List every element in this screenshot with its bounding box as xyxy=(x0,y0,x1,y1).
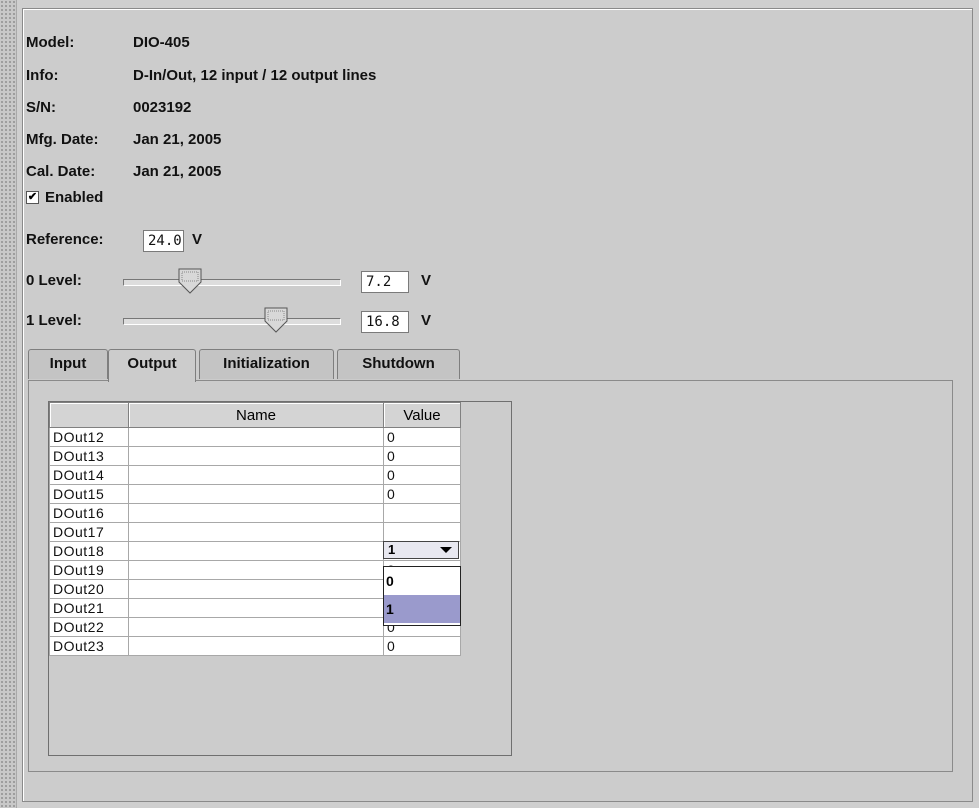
name-cell[interactable] xyxy=(128,446,384,466)
row-id: DOut22 xyxy=(49,617,129,637)
dropdown-option-0[interactable]: 0 xyxy=(384,567,460,595)
name-cell[interactable] xyxy=(128,598,384,618)
row-id: DOut13 xyxy=(49,446,129,466)
row-id: DOut17 xyxy=(49,522,129,542)
tab-output[interactable]: Output xyxy=(108,349,196,382)
table-row[interactable]: DOut15 0 xyxy=(49,484,461,504)
sn-value: 0023192 xyxy=(133,99,192,116)
name-cell[interactable] xyxy=(128,560,384,580)
mfg-date-label: Mfg. Date: xyxy=(26,131,99,148)
name-cell[interactable] xyxy=(128,503,384,523)
zero-level-slider-track[interactable] xyxy=(123,279,341,286)
value-cell[interactable] xyxy=(383,522,461,542)
table-row[interactable]: DOut13 0 xyxy=(49,446,461,466)
zero-level-slider-thumb[interactable] xyxy=(178,268,202,294)
reference-label: Reference: xyxy=(26,231,104,248)
row-id: DOut16 xyxy=(49,503,129,523)
row-id: DOut15 xyxy=(49,484,129,504)
name-cell[interactable] xyxy=(128,636,384,656)
mfg-date-value: Jan 21, 2005 xyxy=(133,131,222,148)
value-cell[interactable]: 0 xyxy=(383,465,461,485)
cal-date-value: Jan 21, 2005 xyxy=(133,163,222,180)
value-dropdown-list: 0 1 xyxy=(383,566,461,626)
name-cell[interactable] xyxy=(128,617,384,637)
one-level-unit: V xyxy=(421,312,432,329)
table-row[interactable]: DOut16 xyxy=(49,503,461,523)
sn-label: S/N: xyxy=(26,99,56,116)
name-cell[interactable] xyxy=(128,427,384,447)
value-column-header[interactable]: Value xyxy=(383,402,461,428)
reference-unit: V xyxy=(192,231,203,248)
chevron-down-icon[interactable] xyxy=(440,547,452,553)
table-row[interactable]: DOut17 xyxy=(49,522,461,542)
one-level-input[interactable]: 16.8 xyxy=(361,311,409,333)
tab-initialization[interactable]: Initialization xyxy=(199,349,334,379)
table-row[interactable]: DOut23 0 xyxy=(49,636,461,656)
reference-input[interactable]: 24.0 xyxy=(143,230,184,252)
model-label: Model: xyxy=(26,34,75,51)
zero-level-input[interactable]: 7.2 xyxy=(361,271,409,293)
one-level-label: 1 Level: xyxy=(26,312,82,329)
value-cell[interactable]: 0 xyxy=(383,427,461,447)
info-label: Info: xyxy=(26,67,59,84)
value-cell[interactable]: 0 xyxy=(383,636,461,656)
table-row[interactable]: DOut14 0 xyxy=(49,465,461,485)
name-column-header[interactable]: Name xyxy=(128,402,384,428)
value-cell[interactable]: 0 xyxy=(383,484,461,504)
name-cell[interactable] xyxy=(128,541,384,561)
value-combo-box[interactable]: 1 xyxy=(383,541,459,559)
row-id: DOut21 xyxy=(49,598,129,618)
value-cell[interactable]: 0 xyxy=(383,446,461,466)
tab-input[interactable]: Input xyxy=(28,349,108,379)
zero-level-unit: V xyxy=(421,272,432,289)
name-cell[interactable] xyxy=(128,484,384,504)
one-level-slider-track[interactable] xyxy=(123,318,341,325)
model-value: DIO-405 xyxy=(133,34,190,51)
name-cell[interactable] xyxy=(128,465,384,485)
enabled-checkbox[interactable]: ✔ xyxy=(26,191,39,204)
row-id: DOut23 xyxy=(49,636,129,656)
row-id: DOut19 xyxy=(49,560,129,580)
dropdown-option-1[interactable]: 1 xyxy=(384,595,460,623)
one-level-slider-thumb[interactable] xyxy=(264,307,288,333)
enabled-checkbox-row[interactable]: ✔ Enabled xyxy=(26,189,103,206)
row-id: DOut18 xyxy=(49,541,129,561)
tab-shutdown[interactable]: Shutdown xyxy=(337,349,460,379)
info-value: D-In/Out, 12 input / 12 output lines xyxy=(133,67,377,84)
row-id: DOut14 xyxy=(49,465,129,485)
cal-date-label: Cal. Date: xyxy=(26,163,96,180)
table-row[interactable]: DOut12 0 xyxy=(49,427,461,447)
row-header-column xyxy=(49,402,129,428)
name-cell[interactable] xyxy=(128,522,384,542)
name-cell[interactable] xyxy=(128,579,384,599)
row-id: DOut20 xyxy=(49,579,129,599)
window-grip xyxy=(0,0,17,808)
combo-selected-value: 1 xyxy=(388,542,396,557)
row-id: DOut12 xyxy=(49,427,129,447)
zero-level-label: 0 Level: xyxy=(26,272,82,289)
value-cell[interactable] xyxy=(383,503,461,523)
enabled-label: Enabled xyxy=(45,189,104,206)
